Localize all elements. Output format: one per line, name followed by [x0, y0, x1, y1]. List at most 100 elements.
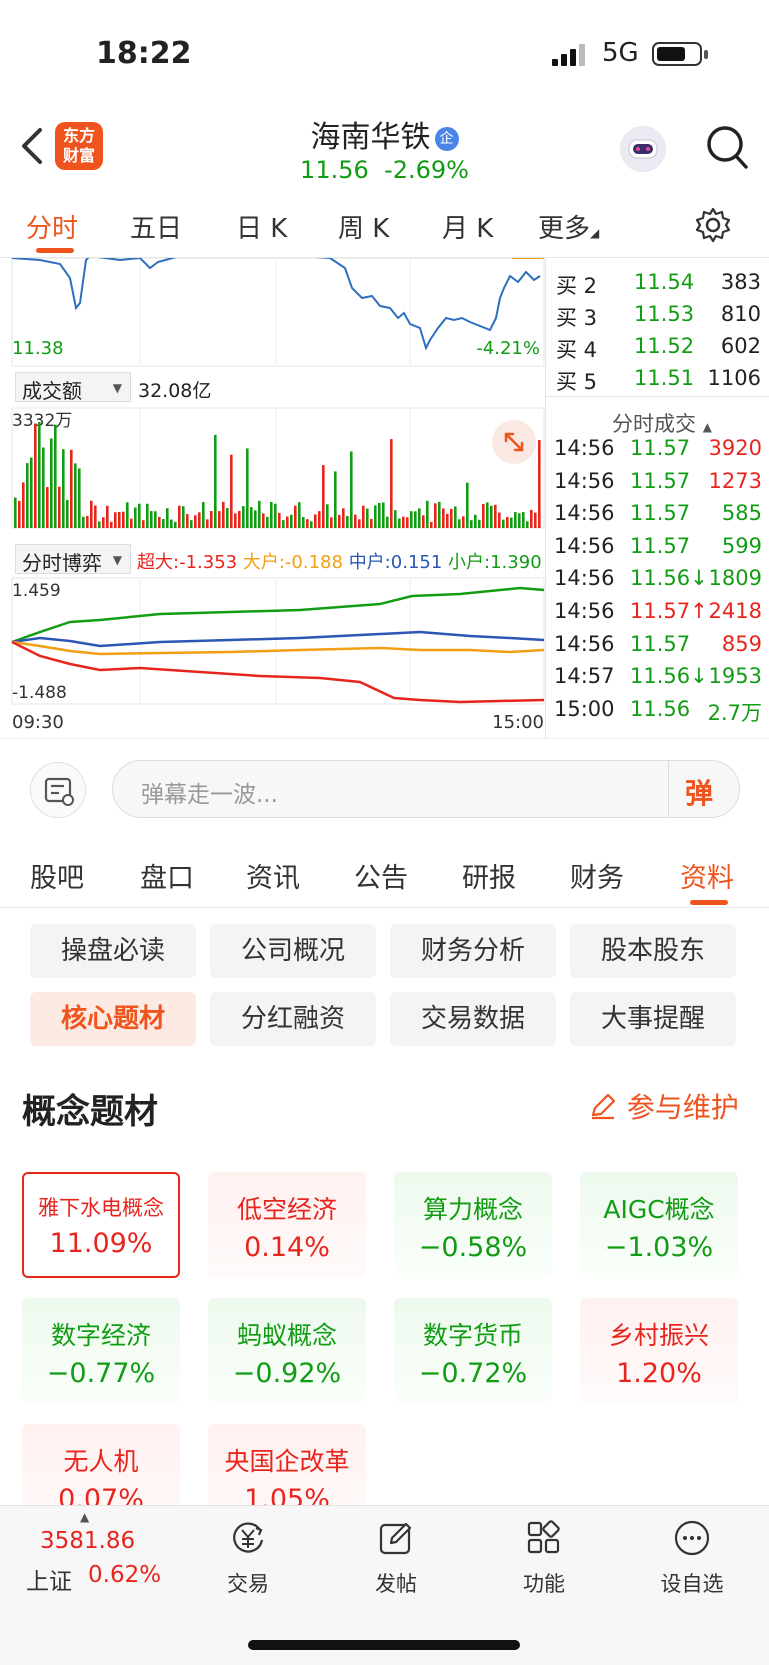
- concept-card[interactable]: 乡村振兴 1.20%: [580, 1298, 738, 1404]
- sub-core-themes[interactable]: 核心题材: [30, 992, 196, 1046]
- volume-bar: [178, 505, 181, 528]
- volume-bar: [474, 514, 477, 528]
- sub-financial-analysis[interactable]: 财务分析: [390, 924, 556, 978]
- trade-row: 14:56 11.56↓ 1809: [554, 566, 762, 598]
- sub-trading-guide[interactable]: 操盘必读: [30, 924, 196, 978]
- tab-weekly-k[interactable]: 周 K: [338, 208, 389, 245]
- game-selector[interactable]: 分时博弈 ▼: [15, 544, 131, 575]
- volume-bar: [294, 505, 297, 528]
- volume-bar: [66, 499, 69, 528]
- danmu-send-button[interactable]: 弹: [668, 760, 740, 818]
- volume-bar: [46, 487, 49, 528]
- concept-card[interactable]: 蚂蚁概念 −0.92%: [208, 1298, 366, 1404]
- volume-bar: [98, 521, 101, 528]
- ob-price: 11.51: [634, 366, 695, 390]
- sub-company-overview[interactable]: 公司概况: [210, 924, 376, 978]
- danmu-settings-icon[interactable]: [30, 762, 86, 818]
- volume-bar: [62, 449, 65, 528]
- index-expand-caret-icon[interactable]: ▲: [80, 1510, 89, 1524]
- time-start-label: 09:30: [12, 712, 64, 733]
- game-top-label: 1.459: [12, 581, 61, 601]
- concept-card[interactable]: 雅下水电概念 11.09%: [22, 1172, 180, 1278]
- trades-header[interactable]: 分时成交 ▲: [612, 408, 712, 438]
- volume-bar: [538, 440, 541, 528]
- concept-card[interactable]: 低空经济 0.14%: [208, 1172, 366, 1278]
- tab-more[interactable]: 更多◢: [538, 208, 599, 245]
- tab-guba[interactable]: 股吧: [30, 856, 84, 895]
- nav-trade[interactable]: 交易: [198, 1518, 298, 1598]
- volume-bar: [510, 517, 513, 528]
- concept-card[interactable]: 算力概念 −0.58%: [394, 1172, 552, 1278]
- small-retail-line: [11, 586, 545, 644]
- volume-bar: [170, 519, 173, 528]
- tab-news[interactable]: 资讯: [246, 856, 300, 895]
- concept-card[interactable]: AIGC概念 −1.03%: [580, 1172, 738, 1278]
- ob-vol: 383: [720, 270, 761, 294]
- nav-functions[interactable]: 功能: [494, 1518, 594, 1598]
- volume-bar: [258, 500, 261, 528]
- trade-volume: 1953: [708, 664, 762, 689]
- trade-yuan-icon: [233, 1522, 264, 1553]
- expand-icon[interactable]: [492, 420, 536, 464]
- maintain-button[interactable]: 参与维护: [588, 1086, 739, 1126]
- danmu-input[interactable]: 弹幕走一波...: [112, 760, 740, 818]
- volume-bar: [450, 508, 453, 528]
- tab-research[interactable]: 研报: [462, 856, 516, 895]
- volume-bar: [354, 514, 357, 528]
- index-name[interactable]: 上证: [26, 1562, 72, 1596]
- volume-bar: [270, 502, 273, 528]
- trade-time: 14:56: [554, 501, 615, 526]
- nav-post[interactable]: 发帖: [346, 1518, 446, 1598]
- nav-add-watchlist[interactable]: 设自选: [642, 1518, 742, 1598]
- tab-intraday[interactable]: 分时: [26, 208, 78, 245]
- volume-bar: [290, 514, 293, 528]
- volume-bar: [262, 513, 265, 528]
- sub-dividends[interactable]: 分红融资: [210, 992, 376, 1046]
- search-icon[interactable]: [705, 124, 749, 172]
- sub-trading-data[interactable]: 交易数据: [390, 992, 556, 1046]
- concept-name: 低空经济: [236, 1195, 337, 1224]
- settings-gear-icon[interactable]: [694, 206, 732, 244]
- tab-monthly-k[interactable]: 月 K: [442, 208, 493, 245]
- concept-card[interactable]: 数字货币 −0.72%: [394, 1298, 552, 1404]
- volume-selector[interactable]: 成交额 ▼: [15, 372, 131, 403]
- volume-bar: [394, 510, 397, 528]
- volume-bar: [454, 506, 457, 528]
- sub-shareholders[interactable]: 股本股东: [570, 924, 736, 978]
- volume-bar: [14, 497, 17, 528]
- volume-max-label: 3332万: [12, 411, 72, 431]
- trade-volume: 859: [721, 631, 762, 656]
- trade-row: 14:57 11.56↓ 1953: [554, 664, 762, 696]
- tab-announcements[interactable]: 公告: [354, 856, 408, 895]
- intraday-chart[interactable]: 11.38 -4.21% 3332万 1.459 -1.488 09:30 15…: [0, 258, 545, 738]
- tab-profile[interactable]: 资料: [680, 856, 734, 895]
- concept-card[interactable]: 数字经济 −0.77%: [22, 1298, 180, 1404]
- more-caret-icon: ◢: [590, 226, 600, 240]
- volume-bar: [482, 504, 485, 528]
- volume-bar: [458, 519, 461, 528]
- volume-bar: [514, 512, 517, 528]
- index-change[interactable]: 0.62%: [88, 1562, 161, 1588]
- sub-events[interactable]: 大事提醒: [570, 992, 736, 1046]
- legend-super-label: 超大:: [137, 552, 180, 573]
- tab-pankou[interactable]: 盘口: [140, 856, 194, 895]
- volume-bar: [414, 511, 417, 528]
- volume-bar: [506, 517, 509, 528]
- volume-bar: [430, 521, 433, 528]
- trade-row: 14:56 11.57 599: [554, 534, 762, 566]
- tab-daily-k[interactable]: 日 K: [236, 208, 287, 245]
- volume-bar: [142, 520, 145, 528]
- volume-bar: [50, 438, 53, 528]
- order-book-row: 买 5 11.51 1106: [556, 366, 761, 398]
- robot-avatar-icon[interactable]: [620, 126, 666, 172]
- volume-bar: [522, 512, 525, 528]
- index-price[interactable]: 3581.86: [40, 1528, 135, 1554]
- volume-bar: [226, 508, 229, 528]
- ob-price: 11.53: [634, 302, 695, 326]
- volume-bar: [130, 518, 133, 528]
- tab-five-day[interactable]: 五日: [130, 208, 182, 245]
- volume-bar: [250, 507, 253, 528]
- volume-bar: [158, 516, 161, 528]
- tab-finance[interactable]: 财务: [570, 856, 624, 895]
- nav-functions-label: 功能: [523, 1572, 565, 1596]
